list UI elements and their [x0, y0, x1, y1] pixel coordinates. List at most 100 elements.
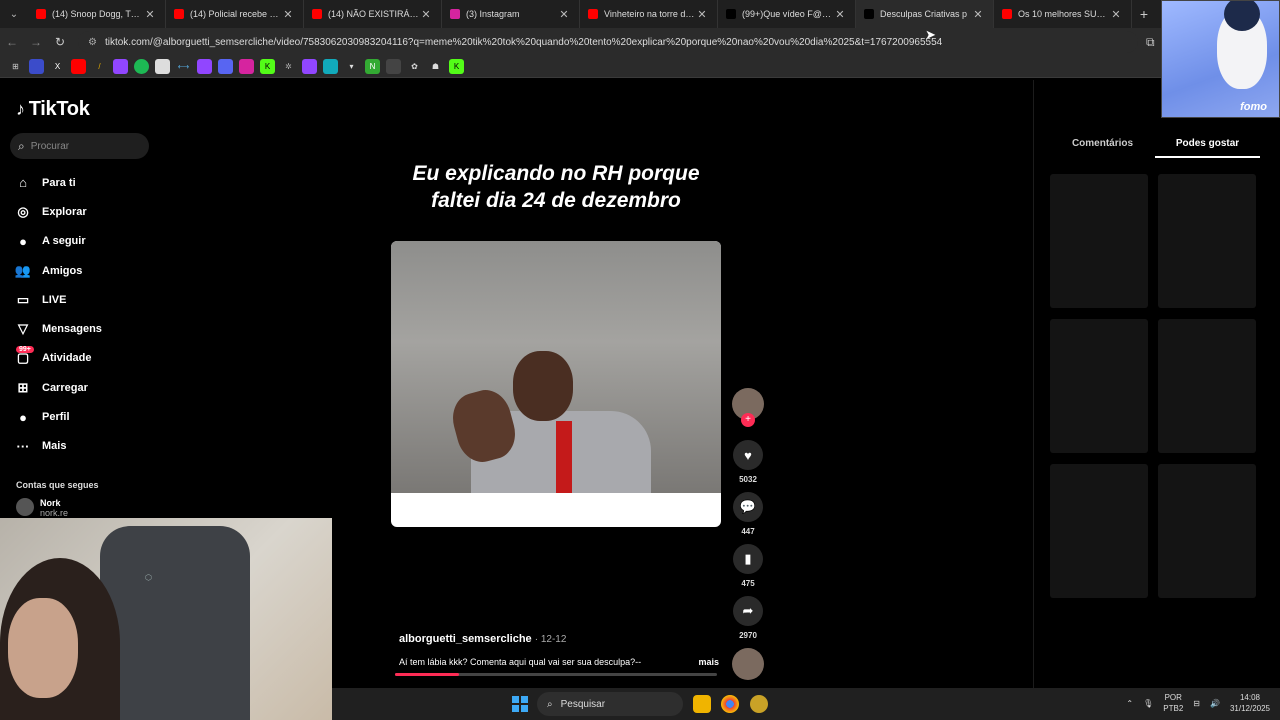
microphone-icon[interactable]: 🎙 [1143, 699, 1153, 708]
bookmark-kick-icon[interactable]: K [260, 59, 275, 74]
tab-comments[interactable]: Comentários [1050, 138, 1155, 158]
new-tab-icon[interactable]: + [1132, 6, 1156, 22]
bookmark-twitch-icon[interactable] [302, 59, 317, 74]
sidebar-item-atividade[interactable]: ▢ Atividade 99+ [14, 344, 154, 373]
share-count: 2970 [739, 631, 757, 640]
browser-tab[interactable]: (3) Instagram ✕ [442, 0, 580, 28]
browser-tab[interactable]: Os 10 melhores SUCOS p✕ [994, 0, 1132, 28]
windows-start-icon[interactable] [512, 696, 528, 712]
bookmark-spotify-icon[interactable] [134, 59, 149, 74]
suggestion-placeholder[interactable] [1158, 174, 1256, 308]
sound-avatar-button[interactable] [731, 648, 765, 680]
logo-text: TikTok [28, 98, 90, 120]
bookmark-icon[interactable]: / [92, 59, 107, 74]
close-icon[interactable]: ✕ [695, 8, 709, 21]
bookmark-icon[interactable] [323, 59, 338, 74]
sidebar-item-mensagens[interactable]: ▽ Mensagens [14, 314, 154, 343]
bookmark-icon[interactable]: ⟷ [176, 59, 191, 74]
browser-tab[interactable]: (14) Policial recebe voz de✕ [166, 0, 304, 28]
sidebar-item-para-ti[interactable]: ⌂ Para ti [14, 168, 154, 197]
suggestion-placeholder[interactable] [1050, 174, 1148, 308]
apps-grid-icon[interactable]: ⊞ [8, 59, 23, 74]
following-account[interactable]: Nork nork.re [16, 498, 68, 518]
close-icon[interactable]: ✕ [419, 8, 433, 21]
browser-tab[interactable]: Vinheteiro na torre de Lo ✕ [580, 0, 718, 28]
tab-title: (14) Snoop Dogg, Tupac [52, 9, 143, 19]
tab-title: Os 10 melhores SUCOS p [1018, 9, 1109, 19]
chrome-icon[interactable] [721, 695, 739, 713]
browser-tab[interactable]: Desculpas Criativas p ✕ [856, 0, 994, 28]
bookmark-icon[interactable]: ✿ [407, 59, 422, 74]
forward-icon[interactable]: → [24, 35, 48, 49]
bookmark-icon[interactable]: ▾ [344, 59, 359, 74]
bookmark-icon[interactable]: ☗ [428, 59, 443, 74]
bookmark-twitch-icon[interactable] [113, 59, 128, 74]
sidebar-item-a-seguir[interactable]: ● A seguir [14, 227, 154, 256]
more-link[interactable]: mais [698, 657, 719, 667]
tab-search-icon[interactable]: ⌄ [0, 0, 28, 28]
sidebar-item-label: Amigos [42, 264, 83, 277]
video-player[interactable] [391, 241, 721, 527]
site-info-icon[interactable]: ⚙ [88, 37, 97, 48]
sidebar-item-mais[interactable]: ··· Mais [14, 432, 154, 461]
volume-icon[interactable]: 🔊 [1210, 699, 1220, 708]
like-button[interactable]: ♥ 5032 [731, 440, 765, 484]
reload-icon[interactable]: ↻ [48, 35, 72, 49]
bookmark-icon[interactable] [218, 59, 233, 74]
install-app-icon[interactable]: ⧉ [1146, 35, 1155, 50]
follow-plus-icon[interactable]: + [741, 413, 755, 427]
clock-time: 14:08 [1239, 693, 1260, 702]
bookmark-icon[interactable]: N [365, 59, 380, 74]
search-icon: ⌕ [18, 138, 25, 153]
author-avatar-button[interactable]: + [731, 388, 765, 427]
close-icon[interactable]: ✕ [557, 8, 571, 21]
author-name[interactable]: alborguetti_semsercliche [399, 633, 532, 645]
taskbar-search[interactable]: ⌕ Pesquisar [537, 692, 683, 716]
network-icon[interactable]: ⊟ [1193, 699, 1200, 708]
sidebar-item-carregar[interactable]: ⊞ Carregar [14, 373, 154, 402]
sidebar-item-explorar[interactable]: ◎ Explorar [14, 197, 154, 226]
tiktok-logo[interactable]: ♪ TikTok [16, 98, 90, 121]
close-icon[interactable]: ✕ [143, 8, 157, 21]
browser-tab[interactable]: (14) Snoop Dogg, Tupac ✕ [28, 0, 166, 28]
bookmark-icon[interactable] [29, 59, 44, 74]
language-indicator[interactable]: POR PTB2 [1163, 692, 1183, 714]
tab-you-may-like[interactable]: Podes gostar [1155, 138, 1260, 158]
video-progress-bar[interactable] [395, 673, 717, 676]
comment-button[interactable]: 💬 447 [731, 492, 765, 536]
bookmark-youtube-icon[interactable] [71, 59, 86, 74]
app-icon[interactable] [750, 695, 768, 713]
bookmark-icon[interactable] [155, 59, 170, 74]
video-author[interactable]: alborguetti_semsercliche · 12-12 [399, 633, 566, 645]
bookmark-x-icon[interactable]: X [50, 59, 65, 74]
url-field[interactable]: ⚙ tiktok.com/@alborguetti_semsercliche/v… [78, 31, 1138, 53]
close-icon[interactable]: ✕ [833, 8, 847, 21]
suggestion-placeholder[interactable] [1050, 464, 1148, 598]
share-button[interactable]: ➦ 2970 [731, 596, 765, 640]
chevron-up-icon[interactable]: ⌃ [1126, 699, 1133, 708]
browser-tab[interactable]: (99+)Que vídeo F@D#! 👏✕ [718, 0, 856, 28]
bookmark-icon[interactable]: ✲ [281, 59, 296, 74]
close-icon[interactable]: ✕ [971, 8, 985, 21]
bookmark-icon[interactable] [386, 59, 401, 74]
clock[interactable]: 14:08 31/12/2025 [1230, 692, 1270, 714]
fomo-overlay: fomo [1161, 0, 1280, 118]
browser-tab[interactable]: (14) NÃO EXISTIRÁ MAIS✕ [304, 0, 442, 28]
file-explorer-icon[interactable] [693, 695, 711, 713]
suggestion-placeholder[interactable] [1158, 464, 1256, 598]
save-button[interactable]: ▮ 475 [731, 544, 765, 588]
back-icon[interactable]: ← [0, 35, 24, 49]
bookmark-twitch-icon[interactable] [197, 59, 212, 74]
video-description: Aí tem lábia kkk? Comenta aqui qual vai … [399, 657, 719, 667]
sidebar-item-perfil[interactable]: ● Perfil [14, 402, 154, 431]
post-date: · 12-12 [534, 634, 567, 645]
bookmark-instagram-icon[interactable] [239, 59, 254, 74]
suggestion-placeholder[interactable] [1158, 319, 1256, 453]
close-icon[interactable]: ✕ [281, 8, 295, 21]
bookmark-kick-icon[interactable]: K [449, 59, 464, 74]
close-icon[interactable]: ✕ [1109, 8, 1123, 21]
search-input[interactable]: ⌕ Procurar [10, 133, 149, 159]
suggestion-placeholder[interactable] [1050, 319, 1148, 453]
sidebar-item-amigos[interactable]: 👥 Amigos [14, 256, 154, 285]
sidebar-item-live[interactable]: ▭ LIVE [14, 285, 154, 314]
